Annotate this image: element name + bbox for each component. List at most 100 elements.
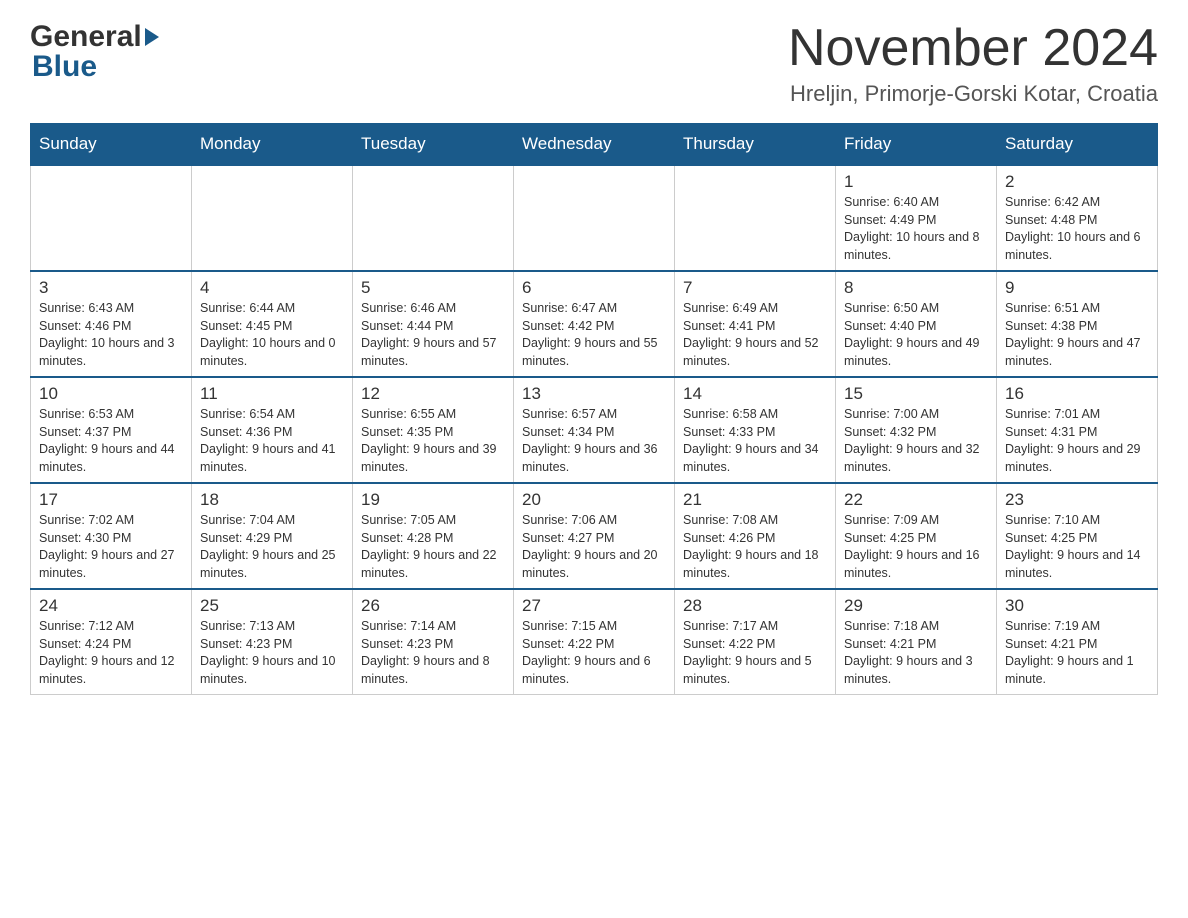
day-number: 5 [361,278,505,298]
calendar-cell: 16Sunrise: 7:01 AM Sunset: 4:31 PM Dayli… [997,377,1158,483]
day-number: 20 [522,490,666,510]
calendar-day-header: Tuesday [353,124,514,166]
logo-general-text: General [30,20,142,54]
day-number: 7 [683,278,827,298]
calendar-day-header: Sunday [31,124,192,166]
calendar-cell: 26Sunrise: 7:14 AM Sunset: 4:23 PM Dayli… [353,589,514,695]
calendar-cell: 28Sunrise: 7:17 AM Sunset: 4:22 PM Dayli… [675,589,836,695]
calendar-cell [353,165,514,271]
calendar-cell: 24Sunrise: 7:12 AM Sunset: 4:24 PM Dayli… [31,589,192,695]
day-number: 16 [1005,384,1149,404]
day-info: Sunrise: 7:01 AM Sunset: 4:31 PM Dayligh… [1005,406,1149,476]
calendar-cell: 4Sunrise: 6:44 AM Sunset: 4:45 PM Daylig… [192,271,353,377]
day-number: 11 [200,384,344,404]
calendar-cell: 25Sunrise: 7:13 AM Sunset: 4:23 PM Dayli… [192,589,353,695]
day-info: Sunrise: 7:04 AM Sunset: 4:29 PM Dayligh… [200,512,344,582]
day-number: 28 [683,596,827,616]
location-title: Hreljin, Primorje-Gorski Kotar, Croatia [788,81,1158,107]
day-info: Sunrise: 6:58 AM Sunset: 4:33 PM Dayligh… [683,406,827,476]
calendar-cell: 9Sunrise: 6:51 AM Sunset: 4:38 PM Daylig… [997,271,1158,377]
day-info: Sunrise: 6:46 AM Sunset: 4:44 PM Dayligh… [361,300,505,370]
day-info: Sunrise: 6:43 AM Sunset: 4:46 PM Dayligh… [39,300,183,370]
calendar-cell: 11Sunrise: 6:54 AM Sunset: 4:36 PM Dayli… [192,377,353,483]
day-number: 18 [200,490,344,510]
calendar-cell: 13Sunrise: 6:57 AM Sunset: 4:34 PM Dayli… [514,377,675,483]
day-number: 19 [361,490,505,510]
day-info: Sunrise: 7:14 AM Sunset: 4:23 PM Dayligh… [361,618,505,688]
day-info: Sunrise: 6:53 AM Sunset: 4:37 PM Dayligh… [39,406,183,476]
calendar-day-header: Saturday [997,124,1158,166]
day-number: 15 [844,384,988,404]
calendar-cell: 23Sunrise: 7:10 AM Sunset: 4:25 PM Dayli… [997,483,1158,589]
day-number: 14 [683,384,827,404]
calendar-week-row: 17Sunrise: 7:02 AM Sunset: 4:30 PM Dayli… [31,483,1158,589]
calendar-week-row: 3Sunrise: 6:43 AM Sunset: 4:46 PM Daylig… [31,271,1158,377]
day-number: 17 [39,490,183,510]
calendar-week-row: 24Sunrise: 7:12 AM Sunset: 4:24 PM Dayli… [31,589,1158,695]
calendar-cell: 19Sunrise: 7:05 AM Sunset: 4:28 PM Dayli… [353,483,514,589]
day-info: Sunrise: 6:49 AM Sunset: 4:41 PM Dayligh… [683,300,827,370]
calendar-cell [31,165,192,271]
calendar-cell: 18Sunrise: 7:04 AM Sunset: 4:29 PM Dayli… [192,483,353,589]
calendar-cell: 7Sunrise: 6:49 AM Sunset: 4:41 PM Daylig… [675,271,836,377]
day-info: Sunrise: 6:44 AM Sunset: 4:45 PM Dayligh… [200,300,344,370]
calendar-week-row: 10Sunrise: 6:53 AM Sunset: 4:37 PM Dayli… [31,377,1158,483]
day-info: Sunrise: 6:51 AM Sunset: 4:38 PM Dayligh… [1005,300,1149,370]
month-title: November 2024 [788,20,1158,77]
day-number: 9 [1005,278,1149,298]
calendar-cell [675,165,836,271]
day-info: Sunrise: 7:06 AM Sunset: 4:27 PM Dayligh… [522,512,666,582]
day-number: 27 [522,596,666,616]
day-info: Sunrise: 7:18 AM Sunset: 4:21 PM Dayligh… [844,618,988,688]
calendar-cell: 29Sunrise: 7:18 AM Sunset: 4:21 PM Dayli… [836,589,997,695]
calendar-cell: 21Sunrise: 7:08 AM Sunset: 4:26 PM Dayli… [675,483,836,589]
day-info: Sunrise: 6:55 AM Sunset: 4:35 PM Dayligh… [361,406,505,476]
day-number: 25 [200,596,344,616]
day-number: 23 [1005,490,1149,510]
day-info: Sunrise: 6:50 AM Sunset: 4:40 PM Dayligh… [844,300,988,370]
day-number: 2 [1005,172,1149,192]
day-info: Sunrise: 7:12 AM Sunset: 4:24 PM Dayligh… [39,618,183,688]
calendar-cell: 30Sunrise: 7:19 AM Sunset: 4:21 PM Dayli… [997,589,1158,695]
logo-blue-text: Blue [30,50,159,84]
calendar-cell: 15Sunrise: 7:00 AM Sunset: 4:32 PM Dayli… [836,377,997,483]
day-info: Sunrise: 7:02 AM Sunset: 4:30 PM Dayligh… [39,512,183,582]
calendar-cell: 20Sunrise: 7:06 AM Sunset: 4:27 PM Dayli… [514,483,675,589]
day-number: 22 [844,490,988,510]
day-info: Sunrise: 7:17 AM Sunset: 4:22 PM Dayligh… [683,618,827,688]
calendar-cell [514,165,675,271]
calendar-cell: 3Sunrise: 6:43 AM Sunset: 4:46 PM Daylig… [31,271,192,377]
day-info: Sunrise: 6:54 AM Sunset: 4:36 PM Dayligh… [200,406,344,476]
day-info: Sunrise: 7:05 AM Sunset: 4:28 PM Dayligh… [361,512,505,582]
day-info: Sunrise: 6:57 AM Sunset: 4:34 PM Dayligh… [522,406,666,476]
day-info: Sunrise: 6:42 AM Sunset: 4:48 PM Dayligh… [1005,194,1149,264]
day-number: 6 [522,278,666,298]
calendar-cell: 14Sunrise: 6:58 AM Sunset: 4:33 PM Dayli… [675,377,836,483]
day-number: 29 [844,596,988,616]
day-number: 4 [200,278,344,298]
day-number: 24 [39,596,183,616]
calendar-day-header: Wednesday [514,124,675,166]
calendar-cell: 10Sunrise: 6:53 AM Sunset: 4:37 PM Dayli… [31,377,192,483]
calendar-cell: 1Sunrise: 6:40 AM Sunset: 4:49 PM Daylig… [836,165,997,271]
title-block: November 2024 Hreljin, Primorje-Gorski K… [788,20,1158,107]
calendar-cell: 2Sunrise: 6:42 AM Sunset: 4:48 PM Daylig… [997,165,1158,271]
day-number: 1 [844,172,988,192]
day-info: Sunrise: 7:13 AM Sunset: 4:23 PM Dayligh… [200,618,344,688]
calendar-cell: 6Sunrise: 6:47 AM Sunset: 4:42 PM Daylig… [514,271,675,377]
day-number: 26 [361,596,505,616]
day-info: Sunrise: 6:40 AM Sunset: 4:49 PM Dayligh… [844,194,988,264]
day-number: 30 [1005,596,1149,616]
day-info: Sunrise: 7:10 AM Sunset: 4:25 PM Dayligh… [1005,512,1149,582]
calendar-cell: 22Sunrise: 7:09 AM Sunset: 4:25 PM Dayli… [836,483,997,589]
calendar-cell [192,165,353,271]
calendar-week-row: 1Sunrise: 6:40 AM Sunset: 4:49 PM Daylig… [31,165,1158,271]
calendar-day-header: Friday [836,124,997,166]
logo-arrow-icon [145,28,159,46]
day-number: 13 [522,384,666,404]
day-number: 8 [844,278,988,298]
day-number: 10 [39,384,183,404]
calendar-day-header: Monday [192,124,353,166]
day-info: Sunrise: 7:08 AM Sunset: 4:26 PM Dayligh… [683,512,827,582]
calendar-cell: 8Sunrise: 6:50 AM Sunset: 4:40 PM Daylig… [836,271,997,377]
